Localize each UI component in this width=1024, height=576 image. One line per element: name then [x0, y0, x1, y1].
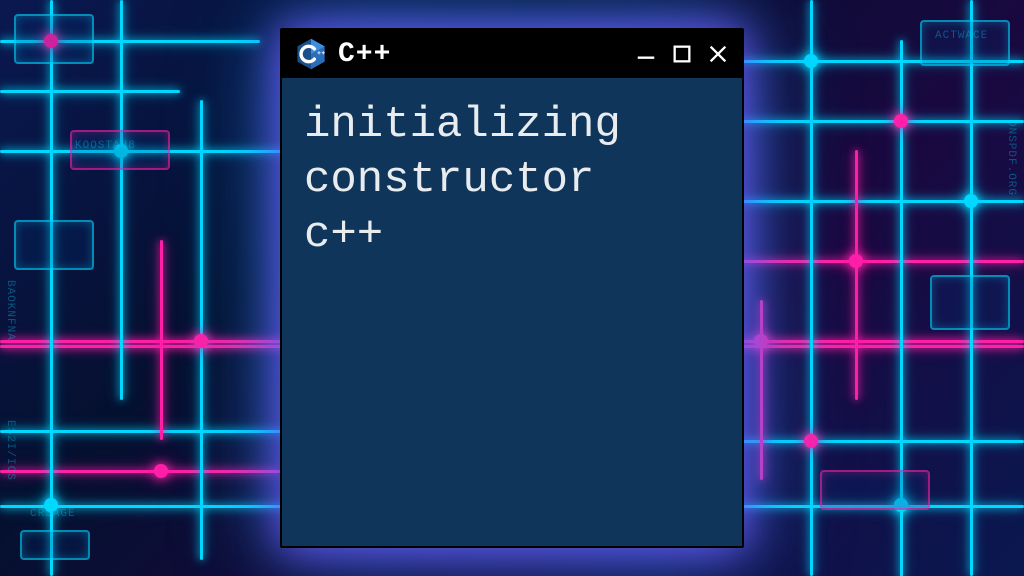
window-title: C++: [338, 39, 624, 70]
svg-text:+: +: [321, 50, 325, 57]
minimize-button[interactable]: [634, 42, 658, 66]
close-button[interactable]: [706, 42, 730, 66]
terminal-window: + + C++ initializing constructor c++: [280, 28, 744, 548]
terminal-line: initializing: [304, 98, 720, 153]
terminal-line: c++: [304, 208, 720, 263]
bg-label: KOOSTAH8: [75, 140, 136, 152]
bg-label: ACTWACE: [935, 30, 988, 42]
bg-label: CRSAGE: [30, 508, 76, 520]
cpp-icon: + +: [294, 37, 328, 71]
bg-label: ES2I/ICS: [4, 420, 16, 481]
terminal-line: constructor: [304, 153, 720, 208]
titlebar: + + C++: [282, 30, 742, 78]
terminal-content: initializing constructor c++: [282, 78, 742, 546]
bg-label: BAOKNFNA: [4, 280, 16, 341]
maximize-button[interactable]: [670, 42, 694, 66]
window-controls: [634, 42, 730, 66]
bg-label: DNSPDF.ORG: [1005, 120, 1017, 196]
